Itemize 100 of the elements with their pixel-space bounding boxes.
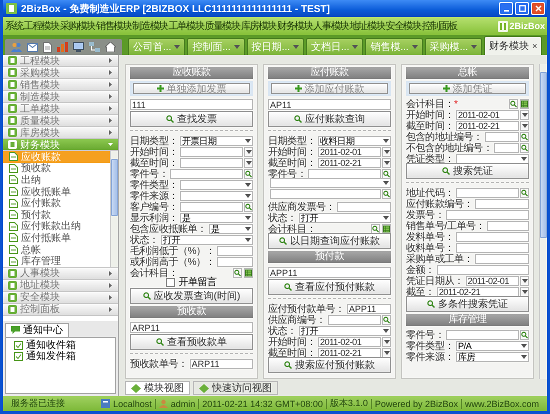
lookup-button[interactable]	[382, 189, 391, 199]
table-button[interactable]	[382, 224, 391, 234]
table-button[interactable]	[244, 268, 253, 278]
date-field[interactable]: 2011-02-21	[318, 158, 381, 168]
menu-item[interactable]: 质量模块	[204, 19, 240, 33]
menu-item[interactable]: 采购模块	[60, 19, 96, 33]
input-field[interactable]	[456, 243, 529, 253]
menu-item[interactable]: 财务模块	[277, 19, 312, 33]
lookup-button[interactable]	[244, 202, 253, 212]
input-field[interactable]: APP11	[346, 304, 391, 314]
menu-item[interactable]: 工单模块	[168, 19, 204, 33]
lookup-button[interactable]	[509, 99, 518, 109]
input-field[interactable]	[180, 202, 243, 212]
input-field[interactable]: ARP11	[130, 322, 253, 333]
lookup-button[interactable]	[233, 268, 242, 278]
input-field[interactable]	[436, 265, 529, 275]
input-field[interactable]: APP11	[268, 267, 391, 278]
scrollbar[interactable]	[110, 151, 118, 267]
checkbox[interactable]: 开单留言	[130, 277, 253, 287]
search-button[interactable]: 查找发票	[130, 111, 253, 127]
sidebar-item[interactable]: 工单模块	[3, 103, 118, 115]
menu-item[interactable]: 控制面板	[422, 19, 458, 33]
search-button[interactable]: 以日期查询应付账款	[268, 233, 391, 249]
network-icon[interactable]	[89, 42, 100, 52]
dropdown-button[interactable]	[382, 348, 391, 358]
lookup-button[interactable]	[520, 330, 529, 340]
lookup-button[interactable]	[244, 169, 253, 179]
lookup-button[interactable]	[382, 315, 391, 325]
dropdown-button[interactable]	[520, 121, 529, 131]
sidebar-item[interactable]: 控制面板	[3, 304, 118, 316]
search-button[interactable]: 搜索凭证	[406, 163, 529, 179]
lookup-button[interactable]	[371, 224, 380, 234]
input-field[interactable]	[494, 143, 519, 153]
menu-item[interactable]: 销售模块	[96, 19, 132, 33]
dropdown-button[interactable]	[520, 110, 529, 120]
date-field[interactable]	[180, 158, 243, 168]
input-field[interactable]	[475, 254, 529, 264]
menu-item[interactable]: 库房模块	[240, 19, 276, 33]
input-field[interactable]	[328, 315, 381, 325]
input-field[interactable]	[217, 257, 253, 267]
menu-item[interactable]: 人事模块	[313, 19, 348, 33]
input-field[interactable]: 111	[130, 99, 253, 110]
date-field[interactable]: 2011-02-01	[466, 276, 519, 286]
input-field[interactable]	[484, 132, 519, 142]
search-button[interactable]: 应收发票查询(时间)	[130, 288, 253, 304]
search-button[interactable]: 多条件搜索凭证	[406, 296, 529, 312]
sidebar-item[interactable]: 安全模块	[3, 292, 118, 304]
dropdown[interactable]: 是	[180, 213, 253, 223]
minimize-button[interactable]	[499, 2, 513, 15]
tab[interactable]: 模块视图	[125, 381, 190, 395]
lookup-button[interactable]	[520, 143, 529, 153]
search-button[interactable]: 搜索应付预付账款	[268, 357, 391, 373]
input-field[interactable]: AP11	[268, 99, 391, 110]
input-field[interactable]	[475, 199, 529, 209]
dropdown-button[interactable]	[244, 158, 253, 168]
sidebar-item[interactable]: 制造模块	[3, 91, 118, 103]
input-field[interactable]	[456, 188, 519, 198]
date-field[interactable]: 2011-02-21	[318, 348, 381, 358]
date-field[interactable]: 2011-02-01	[318, 147, 381, 157]
maximize-button[interactable]	[515, 2, 529, 15]
input-field[interactable]	[217, 246, 253, 256]
search-button[interactable]: 应付账款查询	[268, 111, 391, 127]
dropdown[interactable]: 打开	[298, 213, 391, 223]
menu-item[interactable]: 地址模块	[349, 19, 385, 33]
dropdown-button[interactable]	[382, 158, 391, 168]
input-field[interactable]	[456, 232, 529, 242]
dropdown-button[interactable]	[520, 287, 529, 297]
sidebar-item[interactable]: 采购模块	[3, 67, 118, 79]
dropdown-button[interactable]	[244, 147, 253, 157]
input-field[interactable]	[446, 210, 529, 220]
sidebar-item[interactable]: 质量模块	[3, 115, 118, 127]
dropdown[interactable]: 开票日期	[180, 136, 253, 146]
dropdown[interactable]: 打开	[160, 235, 253, 245]
sidebar-item[interactable]: 地址模块	[3, 280, 118, 292]
dropdown[interactable]: 打开	[298, 326, 391, 336]
sidebar-item[interactable]: 库房模块	[3, 127, 118, 139]
menu-item[interactable]: 工程模块	[24, 19, 59, 33]
input-field[interactable]	[487, 221, 529, 231]
dropdown[interactable]: P/A	[456, 341, 529, 351]
date-field[interactable]: 2011-02-01	[456, 110, 519, 120]
menu-item[interactable]: 制造模块	[132, 19, 168, 33]
dropdown[interactable]	[456, 154, 529, 164]
mail-icon[interactable]	[27, 42, 38, 52]
menu-item[interactable]: 安全模块	[386, 19, 421, 33]
monitor-icon[interactable]	[73, 42, 84, 52]
search-button[interactable]: 查看应付预付账款	[268, 279, 391, 295]
scrollbar[interactable]	[539, 64, 547, 379]
dropdown[interactable]: 是	[208, 224, 253, 234]
date-field[interactable]: 2011-02-21	[456, 121, 519, 131]
tab[interactable]: 财务模块 ×	[484, 36, 542, 55]
dropdown[interactable]: 收料日期	[318, 136, 391, 146]
home-icon[interactable]	[105, 42, 116, 52]
input-field[interactable]	[308, 169, 381, 179]
lookup-button[interactable]	[520, 132, 529, 142]
date-field[interactable]: 2011-02-01	[318, 337, 381, 347]
search-button[interactable]: 查看预收款单	[130, 334, 253, 350]
sidebar-item[interactable]: 工程模块	[3, 55, 118, 67]
sidebar-item[interactable]: 人事模块	[3, 268, 118, 280]
tab[interactable]: 快速访问视图	[193, 381, 278, 395]
input-field[interactable]	[270, 189, 381, 199]
